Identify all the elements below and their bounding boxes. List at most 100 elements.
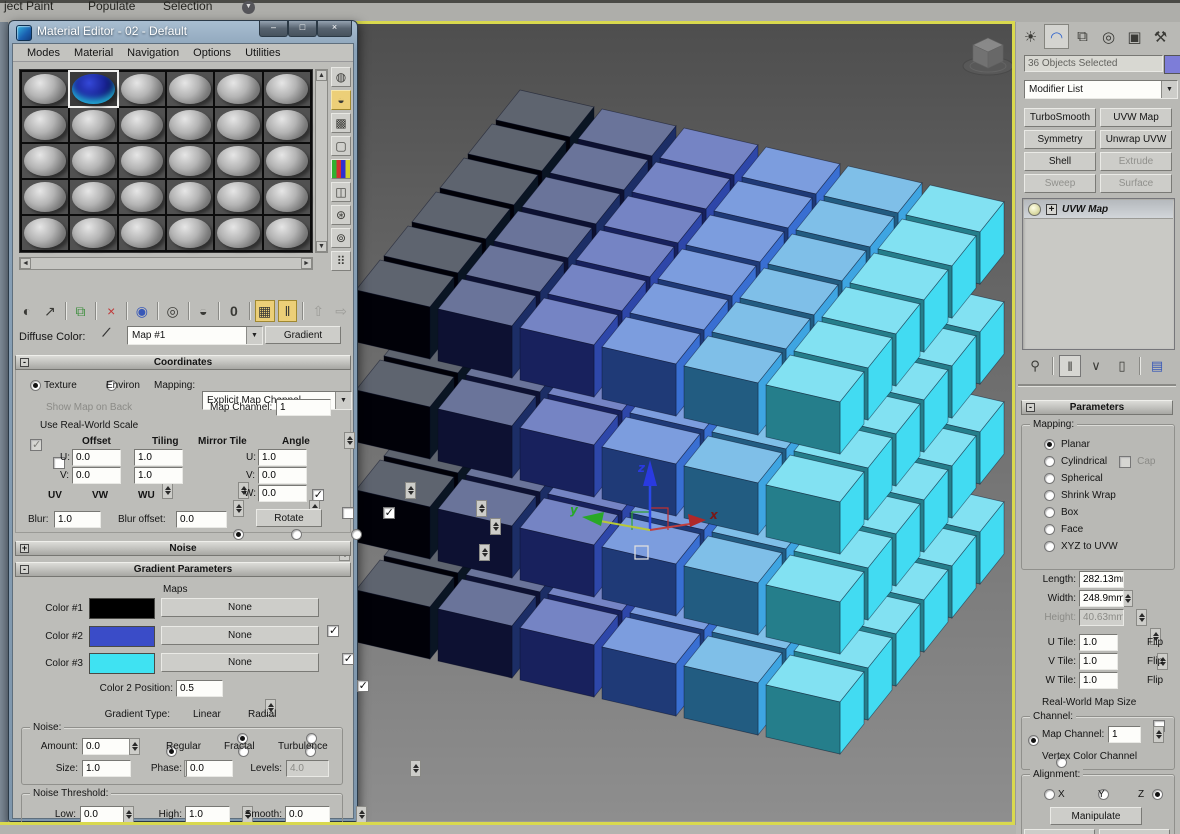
phase-field[interactable]: 0.0 <box>186 760 233 777</box>
minimize-button[interactable]: – <box>259 21 288 37</box>
close-button[interactable]: × <box>317 21 352 37</box>
cut-button-right[interactable] <box>1099 829 1170 834</box>
collapse-icon[interactable]: - <box>20 358 29 367</box>
scroll-down-icon[interactable]: ▼ <box>316 241 327 252</box>
assign-material-to-selection-icon[interactable]: ⧉ <box>71 300 91 322</box>
menu-utilities[interactable]: Utilities <box>245 47 280 59</box>
ribbon-tab-object-paint[interactable]: ject Paint <box>4 0 53 13</box>
color2-swatch[interactable] <box>89 626 155 647</box>
color3-map-checkbox[interactable] <box>356 679 369 692</box>
u-offset-spinner[interactable] <box>162 482 174 499</box>
motion-tab-icon[interactable]: ◎ <box>1096 24 1121 49</box>
object-color-swatch[interactable] <box>1164 55 1180 74</box>
material-map-navigator-icon[interactable]: ⠿ <box>331 251 351 271</box>
chevron-down-icon[interactable]: ▼ <box>1161 81 1177 98</box>
reset-map-icon[interactable]: × <box>101 300 121 322</box>
material-sample-slot[interactable] <box>70 216 117 250</box>
show-end-result-toggle-icon[interactable]: ‖ <box>1059 355 1081 377</box>
uv-radio[interactable] <box>232 529 244 540</box>
v-angle-spinner[interactable] <box>476 500 488 517</box>
material-sample-slot[interactable] <box>263 144 310 178</box>
v-angle-field[interactable]: 0.0 <box>258 467 307 484</box>
object-name-field[interactable]: 36 Objects Selected <box>1024 55 1163 72</box>
material-editor-window[interactable]: Material Editor - 02 - Default – □ × Mod… <box>8 20 502 834</box>
material-sample-slot[interactable] <box>215 72 262 106</box>
modify-tab-icon[interactable]: ◠ <box>1044 24 1069 49</box>
mapping-radio-xyz-to-uvw[interactable] <box>1044 541 1055 552</box>
color1-swatch[interactable] <box>89 598 155 619</box>
collapse-icon[interactable]: - <box>20 565 29 574</box>
map-name-dropdown[interactable]: Map #1 ▼ <box>127 326 263 345</box>
viewcube[interactable] <box>962 37 1012 76</box>
cut-button-left[interactable] <box>1024 829 1095 834</box>
material-sample-slot[interactable] <box>118 72 165 106</box>
material-sample-slot[interactable] <box>118 144 165 178</box>
go-forward-to-sibling-icon[interactable]: ⇨ <box>331 300 351 322</box>
material-sample-slot[interactable] <box>118 216 165 250</box>
material-sample-slot[interactable] <box>215 108 262 142</box>
width-spinner[interactable] <box>1135 609 1147 626</box>
material-sample-slot[interactable] <box>118 108 165 142</box>
material-sample-slot[interactable] <box>166 144 214 178</box>
map-channel-spinner[interactable] <box>1152 726 1164 743</box>
u-tile-field[interactable]: 1.0 <box>1079 634 1118 651</box>
smooth-field[interactable]: 0.0 <box>285 806 330 823</box>
map-channel-spinner[interactable] <box>343 432 355 449</box>
modifier-button-uvw-map[interactable]: UVW Map <box>1100 108 1172 127</box>
v-mirror-checkbox[interactable] <box>341 507 354 519</box>
color1-map-checkbox[interactable] <box>327 624 339 637</box>
parameters-rollout-header[interactable]: - Parameters <box>1021 400 1173 415</box>
configure-modifier-sets-icon[interactable]: ▤ <box>1146 355 1168 377</box>
background-icon[interactable]: ▩ <box>331 113 351 133</box>
color2-map-checkbox[interactable] <box>341 652 354 665</box>
size-field[interactable]: 1.0 <box>82 760 131 777</box>
material-sample-slot[interactable] <box>166 72 214 106</box>
wu-radio[interactable] <box>350 529 362 540</box>
mapping-radio-planar[interactable] <box>1044 439 1055 450</box>
blur-offset-field[interactable]: 0.0 <box>176 511 227 528</box>
width-field[interactable]: 248.9mm <box>1079 590 1124 607</box>
utilities-tab-icon[interactable]: ⚒ <box>1148 24 1173 49</box>
make-unique-icon[interactable]: ◎ <box>163 300 183 322</box>
high-field[interactable]: 1.0 <box>185 806 230 823</box>
scroll-left-icon[interactable]: ◄ <box>20 258 31 269</box>
expand-icon[interactable]: + <box>20 544 29 553</box>
w-angle-field[interactable]: 0.0 <box>258 485 307 502</box>
ribbon-tab-selection[interactable]: Selection <box>163 0 212 13</box>
v-tile-field[interactable]: 1.0 <box>1079 653 1118 670</box>
color2-map-button[interactable]: None <box>161 626 319 645</box>
material-sample-slot[interactable] <box>70 108 117 142</box>
color1-map-button[interactable]: None <box>161 598 319 617</box>
modifier-button-turbosmooth[interactable]: TurboSmooth <box>1024 108 1096 127</box>
backlight-icon[interactable]: ◒ <box>331 90 351 110</box>
material-sample-slot[interactable] <box>22 216 69 250</box>
modifier-stack[interactable]: + UVW Map <box>1022 198 1175 350</box>
maximize-button[interactable]: □ <box>288 21 317 37</box>
display-tab-icon[interactable]: ▣ <box>1122 24 1147 49</box>
v-tile-checkbox[interactable] <box>382 506 395 519</box>
length-field[interactable]: 282.13mm <box>1079 571 1124 588</box>
collapse-icon[interactable]: - <box>1026 403 1035 412</box>
material-sample-slot[interactable] <box>263 108 310 142</box>
remove-modifier-icon[interactable]: ▯ <box>1111 355 1133 377</box>
modifier-button-shell[interactable]: Shell <box>1024 152 1096 171</box>
v-offset-field[interactable]: 0.0 <box>72 467 121 484</box>
slots-vscrollbar[interactable]: ▲ ▼ <box>315 69 328 253</box>
ribbon-tab-populate[interactable]: Populate <box>88 0 135 13</box>
make-material-copy-icon[interactable]: ◉ <box>132 300 152 322</box>
map-channel-field[interactable]: 1 <box>1108 726 1141 743</box>
material-sample-slot[interactable] <box>263 72 310 106</box>
coordinates-header[interactable]: - Coordinates <box>15 355 351 370</box>
mapping-radio-shrink-wrap[interactable] <box>1044 490 1055 501</box>
scroll-right-icon[interactable]: ► <box>301 258 312 269</box>
material-sample-slot[interactable] <box>22 72 69 106</box>
sample-type-icon[interactable]: ◍ <box>331 67 351 87</box>
w-tile-field[interactable]: 1.0 <box>1079 672 1118 689</box>
color2-position-field[interactable]: 0.5 <box>176 680 223 697</box>
scroll-up-icon[interactable]: ▲ <box>316 70 327 81</box>
manipulate-button[interactable]: Manipulate <box>1050 807 1142 825</box>
rotate-button[interactable]: Rotate <box>256 509 322 527</box>
ribbon-dropdown-icon[interactable]: ▼ <box>242 1 255 14</box>
blur-field[interactable]: 1.0 <box>54 511 101 528</box>
noise-rollout-header[interactable]: + Noise <box>15 541 351 556</box>
